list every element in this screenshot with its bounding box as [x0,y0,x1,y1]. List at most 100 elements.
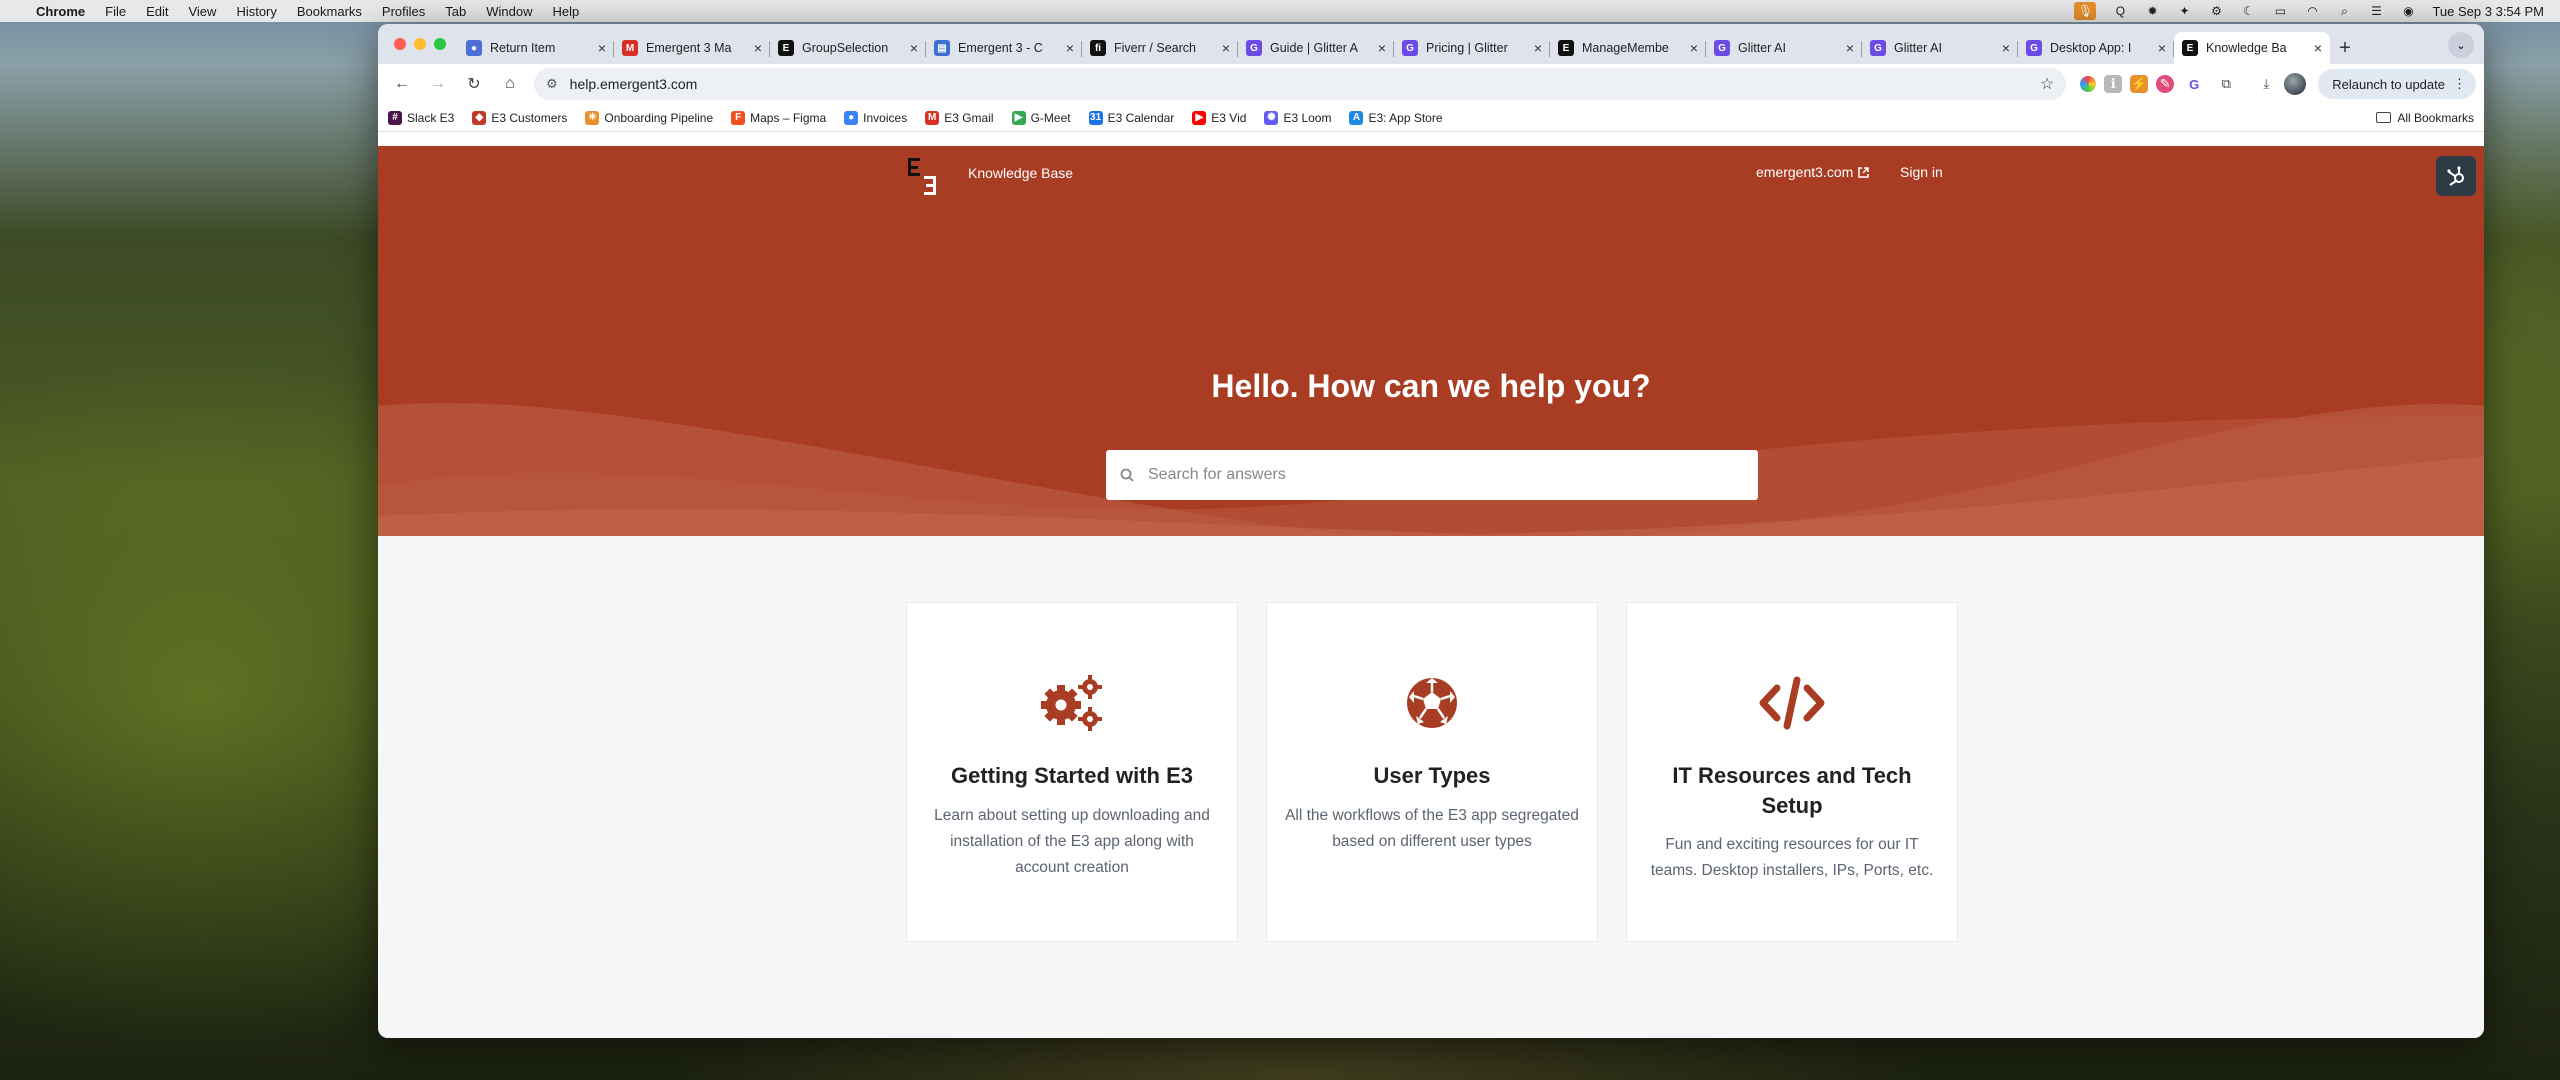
glitter-extension-icon[interactable]: G [2182,72,2206,96]
close-tab-icon[interactable]: × [2314,40,2322,56]
menu-clock[interactable]: Tue Sep 3 3:54 PM [2432,4,2544,19]
browser-tab[interactable]: G Glitter AI × [1706,32,1862,64]
microphone-icon[interactable]: 🎙 [2074,2,2097,20]
menu-edit[interactable]: Edit [146,4,168,19]
tab-search-button[interactable]: ⌄ [2448,32,2474,58]
profile-avatar[interactable] [2284,73,2307,95]
all-bookmarks-button[interactable]: All Bookmarks [2376,111,2474,125]
bookmark-label: E3 Gmail [944,110,994,125]
browser-tab[interactable]: G Glitter AI × [1862,32,2018,64]
close-tab-icon[interactable]: × [1066,40,1074,56]
close-tab-icon[interactable]: × [2002,40,2010,56]
tab-strip: ● Return Item × M Emergent 3 Ma × E GroupSelect… [378,24,2484,64]
address-bar[interactable]: ⚙ help.emergent3.com ☆ [534,68,2067,100]
close-tab-icon[interactable]: × [1846,40,1854,56]
bookmark-item[interactable]: ● Invoices [844,110,907,125]
color-extension-icon[interactable] [2080,76,2097,92]
extension-status-icon[interactable]: ✦ [2176,4,2192,18]
reload-button[interactable]: ↻ [458,68,490,100]
wifi-icon[interactable]: ◠ [2304,4,2320,18]
category-cards: Getting Started with E3 Learn about sett… [906,602,1958,942]
grey-extension-icon[interactable]: ℹ [2104,75,2123,93]
forward-button[interactable]: → [422,68,454,100]
sign-in-link[interactable]: Sign in [1900,164,1943,180]
emergent3-link[interactable]: emergent3.com [1756,164,1870,180]
browser-tab[interactable]: fi Fiverr / Search × [1082,32,1238,64]
close-tab-icon[interactable]: × [598,40,606,56]
bookmark-star-icon[interactable]: ☆ [2040,74,2054,94]
close-tab-icon[interactable]: × [1690,40,1698,56]
hero-headline: Hello. How can we help you? [1211,368,1651,404]
control-center-icon[interactable]: ☰ [2368,4,2384,18]
spotlight-icon[interactable]: ⌕ [2336,4,2352,18]
e3-logo[interactable] [904,154,948,198]
bookmark-item[interactable]: A E3: App Store [1349,110,1443,125]
search-box[interactable] [1106,450,1758,500]
search-icon [1120,468,1134,482]
menu-view[interactable]: View [188,4,216,19]
url-text[interactable]: help.emergent3.com [570,76,2040,92]
relaunch-button[interactable]: Relaunch to update ⋮ [2318,69,2476,99]
bookmark-label: E3 Vid [1211,110,1247,125]
menu-help[interactable]: Help [553,4,580,19]
menu-history[interactable]: History [236,4,276,19]
puzzle-extensions-icon[interactable]: ⧉ [2214,72,2238,96]
close-tab-icon[interactable]: × [754,40,762,56]
card-user-types[interactable]: User Types All the workflows of the E3 a… [1266,602,1598,942]
browser-tab[interactable]: G Guide | Glitter A × [1238,32,1394,64]
menu-tab[interactable]: Tab [445,4,466,19]
zoom-window-button[interactable] [434,38,446,50]
bookmark-item[interactable]: 31 E3 Calendar [1088,110,1174,125]
bookmark-item[interactable]: ▶ E3 Vid [1192,110,1247,125]
site-info-icon[interactable]: ⚙ [546,76,558,92]
menu-window[interactable]: Window [486,4,532,19]
menu-profiles[interactable]: Profiles [382,4,425,19]
menu-app-name[interactable]: Chrome [36,4,85,19]
minimize-window-button[interactable] [414,38,426,50]
orange-extension-icon[interactable]: ⚡ [2130,75,2149,93]
close-tab-icon[interactable]: × [1534,40,1542,56]
download-icon[interactable]: ⤓ [2254,72,2278,96]
moon-icon[interactable]: ☾ [2240,4,2256,18]
battery-icon[interactable]: ▭ [2272,4,2288,18]
tab-title: Emergent 3 Ma [646,41,732,55]
browser-tab[interactable]: ▤ Emergent 3 - C × [926,32,1082,64]
tab-title: Return Item [490,41,556,55]
card-it-resources[interactable]: IT Resources and Tech Setup Fun and exci… [1626,602,1958,942]
close-tab-icon[interactable]: × [910,40,918,56]
knowledge-base-label[interactable]: Knowledge Base [968,165,1073,181]
bookmark-item[interactable]: ◆ E3 Customers [472,110,567,125]
pink-extension-icon[interactable]: ✎ [2156,75,2175,93]
close-tab-icon[interactable]: × [2158,40,2166,56]
bookmark-item[interactable]: ▶ G-Meet [1011,110,1071,125]
browser-tab[interactable]: E GroupSelection × [770,32,926,64]
bookmark-item[interactable]: F Maps – Figma [731,110,826,125]
home-button[interactable]: ⌂ [494,68,526,100]
new-tab-button[interactable]: + [2330,32,2360,64]
browser-tab[interactable]: E ManageMembe × [1550,32,1706,64]
bookmark-item[interactable]: # Slack E3 [388,110,454,125]
menu-bookmarks[interactable]: Bookmarks [297,4,362,19]
browser-tab[interactable]: M Emergent 3 Ma × [614,32,770,64]
close-tab-icon[interactable]: × [1378,40,1386,56]
bookmarks-bar: # Slack E3 ◆ E3 Customers ✳ Onboarding Pipeli… [378,104,2484,132]
bookmark-item[interactable]: M E3 Gmail [925,110,994,125]
hubspot-chat-button[interactable] [2436,156,2476,196]
card-getting-started[interactable]: Getting Started with E3 Learn about sett… [906,602,1238,942]
browser-tab[interactable]: G Desktop App: I × [2018,32,2174,64]
back-button[interactable]: ← [386,68,418,100]
browser-tab[interactable]: E Knowledge Ba × [2174,32,2330,64]
search-status-icon[interactable]: Q [2112,4,2128,18]
close-window-button[interactable] [394,38,406,50]
browser-tab[interactable]: ● Return Item × [458,32,614,64]
close-tab-icon[interactable]: × [1222,40,1230,56]
browser-tab[interactable]: G Pricing | Glitter × [1394,32,1550,64]
menu-file[interactable]: File [105,4,126,19]
bookmark-item[interactable]: ✺ E3 Loom [1264,110,1331,125]
bookmark-favicon-icon: 31 [1088,110,1103,125]
gear-status-icon[interactable]: ✹ [2144,4,2160,18]
bookmark-item[interactable]: ✳ Onboarding Pipeline [585,110,713,125]
siri-icon[interactable]: ◉ [2400,4,2416,18]
openai-status-icon[interactable]: ⚙ [2208,4,2224,18]
search-input[interactable] [1148,466,1744,484]
